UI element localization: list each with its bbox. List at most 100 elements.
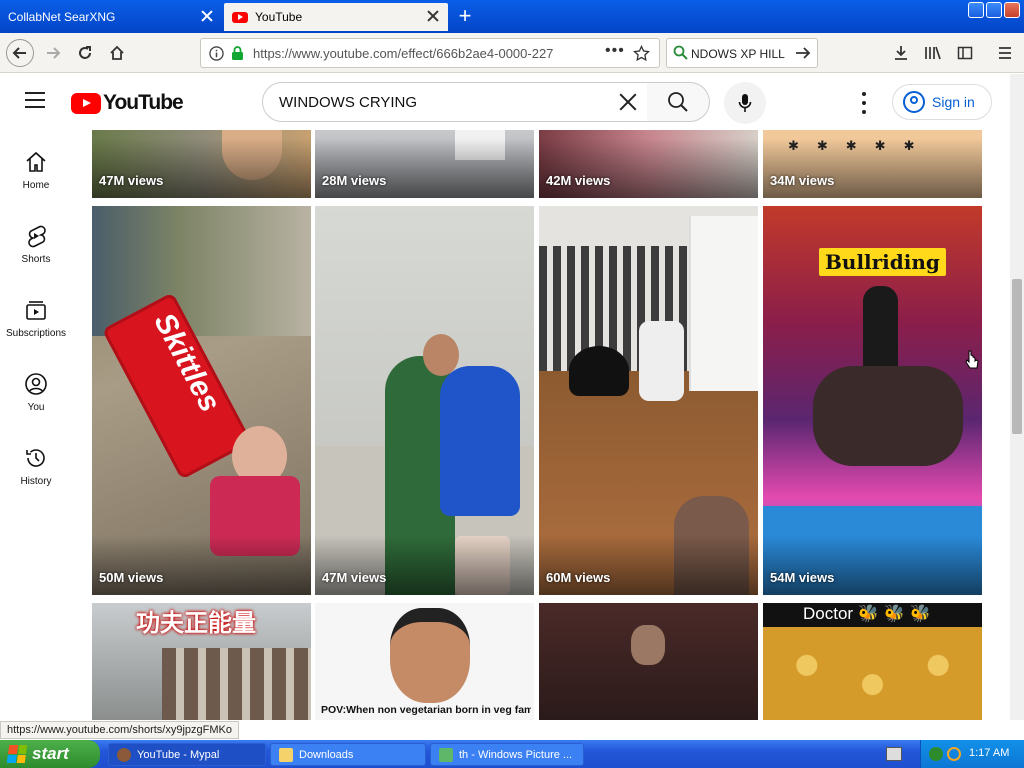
man-white-shirt-image (639, 321, 684, 401)
umbrella-image (569, 346, 629, 396)
menu-button[interactable] (992, 40, 1018, 66)
voice-search-button[interactable] (724, 82, 766, 124)
man-laughing-face-image (390, 608, 470, 703)
reload-button[interactable] (72, 40, 98, 66)
view-count: 50M views (99, 570, 164, 585)
keyboard-icon[interactable] (886, 747, 902, 761)
home-icon (26, 151, 46, 172)
view-count: 54M views (770, 570, 835, 585)
lock-icon (232, 46, 243, 60)
short-thumbnail[interactable]: Doctor 🐝 🐝 🐝 (763, 603, 982, 720)
bookmark-star-icon[interactable] (633, 45, 650, 62)
library-button[interactable] (920, 40, 946, 66)
forward-button[interactable] (40, 40, 66, 66)
view-count: 47M views (322, 570, 387, 585)
page-actions-icon[interactable]: ••• (605, 42, 625, 60)
guide-menu-button[interactable] (25, 92, 45, 108)
video-title-overlay: 功夫正能量 (136, 610, 256, 637)
start-label: start (32, 744, 69, 763)
browser-search-box[interactable]: NDOWS XP HILL (666, 38, 818, 68)
short-thumbnail[interactable]: Bullriding 54M views (763, 206, 982, 595)
taskbar-item-downloads[interactable]: Downloads (270, 743, 426, 766)
home-icon (110, 45, 124, 60)
close-window-button[interactable] (1004, 2, 1020, 18)
sidebar-item-label: Shorts (21, 254, 51, 265)
library-icon (925, 46, 941, 60)
video-title-overlay: Doctor 🐝 🐝 🐝 (803, 604, 931, 623)
youtube-logo[interactable]: YouTube (71, 91, 184, 115)
you-icon (25, 373, 47, 395)
hand-cursor-icon (965, 350, 979, 369)
short-thumbnail[interactable]: 功夫正能量 (92, 603, 311, 720)
search-box-text: NDOWS XP HILL (691, 47, 785, 61)
tab-youtube[interactable]: YouTube (224, 3, 448, 31)
network-icon[interactable] (929, 747, 943, 761)
youtube-sidebar: Home Shorts Subscriptions You History (0, 130, 72, 720)
windows-logo-icon (6, 745, 28, 763)
mypal-icon (117, 747, 131, 762)
tab-label: CollabNet SearXNG (8, 10, 116, 24)
sidebar-item-home[interactable]: Home (0, 140, 72, 210)
taskbar-item-youtube-mypal[interactable]: YouTube - Mypal (108, 743, 266, 766)
short-thumbnail[interactable]: Skittles 50M views (92, 206, 311, 595)
system-tray: 1:17 AM (920, 740, 1024, 768)
video-caption-text: POV:When non vegetarian born in veg fami… (321, 704, 531, 716)
info-icon[interactable] (209, 46, 224, 61)
sidebar-toggle-button[interactable] (952, 40, 978, 66)
new-tab-button[interactable]: + (452, 4, 478, 30)
youtube-logo-icon (71, 92, 101, 114)
search-input[interactable]: WINDOWS CRYING (262, 82, 648, 122)
search-tray-icon[interactable] (947, 747, 961, 761)
clock[interactable]: 1:17 AM (969, 747, 1009, 759)
view-count: 42M views (546, 173, 611, 188)
home-button[interactable] (104, 40, 130, 66)
sidebar-icon (957, 46, 973, 60)
sidebar-item-shorts[interactable]: Shorts (0, 214, 72, 284)
clear-search-icon[interactable] (617, 91, 639, 113)
back-button[interactable] (6, 39, 34, 67)
short-thumbnail[interactable]: POV:When non vegetarian born in veg fami… (315, 603, 534, 720)
short-thumbnail[interactable]: 60M views (539, 206, 758, 595)
url-text: https://www.youtube.com/effect/666b2ae4-… (253, 46, 554, 61)
sidebar-item-label: History (20, 476, 52, 487)
settings-more-icon[interactable] (856, 92, 872, 114)
tab-collabnet-searxng[interactable]: CollabNet SearXNG (0, 3, 222, 31)
taskbar-item-picture-viewer[interactable]: th - Windows Picture ... (430, 743, 584, 766)
sidebar-item-label: You (27, 402, 45, 413)
building-image (162, 648, 311, 720)
close-tab-icon[interactable] (426, 9, 440, 23)
short-thumbnail[interactable]: 47M views (92, 130, 311, 198)
maximize-button[interactable] (986, 2, 1002, 18)
start-button[interactable]: start (0, 740, 100, 768)
scrollbar-thumb[interactable] (1012, 279, 1022, 434)
short-thumbnail[interactable]: ✱✱✱✱✱ 34M views (763, 130, 982, 198)
short-thumbnail[interactable]: 47M views (315, 206, 534, 595)
page-scrollbar[interactable] (1010, 74, 1024, 720)
search-button[interactable] (647, 82, 710, 122)
task-label: th - Windows Picture ... (459, 748, 573, 761)
sidebar-item-label: Home (22, 180, 50, 191)
short-thumbnail[interactable]: 28M views (315, 130, 534, 198)
youtube-header: YouTube WINDOWS CRYING Sign in (0, 74, 1010, 130)
short-thumbnail[interactable]: 42M views (539, 130, 758, 198)
shelf-image (689, 216, 758, 391)
sidebar-item-subscriptions[interactable]: Subscriptions (0, 288, 72, 358)
sidebar-item-you[interactable]: You (0, 362, 72, 432)
status-link-preview: https://www.youtube.com/shorts/xy9jpzgFM… (0, 721, 239, 739)
folder-icon (279, 747, 293, 762)
browser-nav-bar: https://www.youtube.com/effect/666b2ae4-… (0, 33, 1024, 73)
minimize-button[interactable] (968, 2, 984, 18)
search-icon (668, 92, 688, 112)
subscriptions-icon (26, 301, 46, 320)
sidebar-item-history[interactable]: History (0, 436, 72, 506)
shorts-icon (28, 225, 46, 248)
close-tab-icon[interactable] (200, 9, 214, 23)
shorts-grid: 47M views 28M views 42M views ✱✱✱✱✱ 34M … (92, 130, 984, 720)
sign-in-button[interactable]: Sign in (892, 84, 992, 120)
task-label: Downloads (299, 748, 354, 761)
honeycomb-image (763, 627, 982, 720)
downloads-button[interactable] (888, 40, 914, 66)
go-arrow-icon[interactable] (795, 46, 811, 60)
url-bar[interactable]: https://www.youtube.com/effect/666b2ae4-… (200, 38, 660, 68)
short-thumbnail[interactable] (539, 603, 758, 720)
